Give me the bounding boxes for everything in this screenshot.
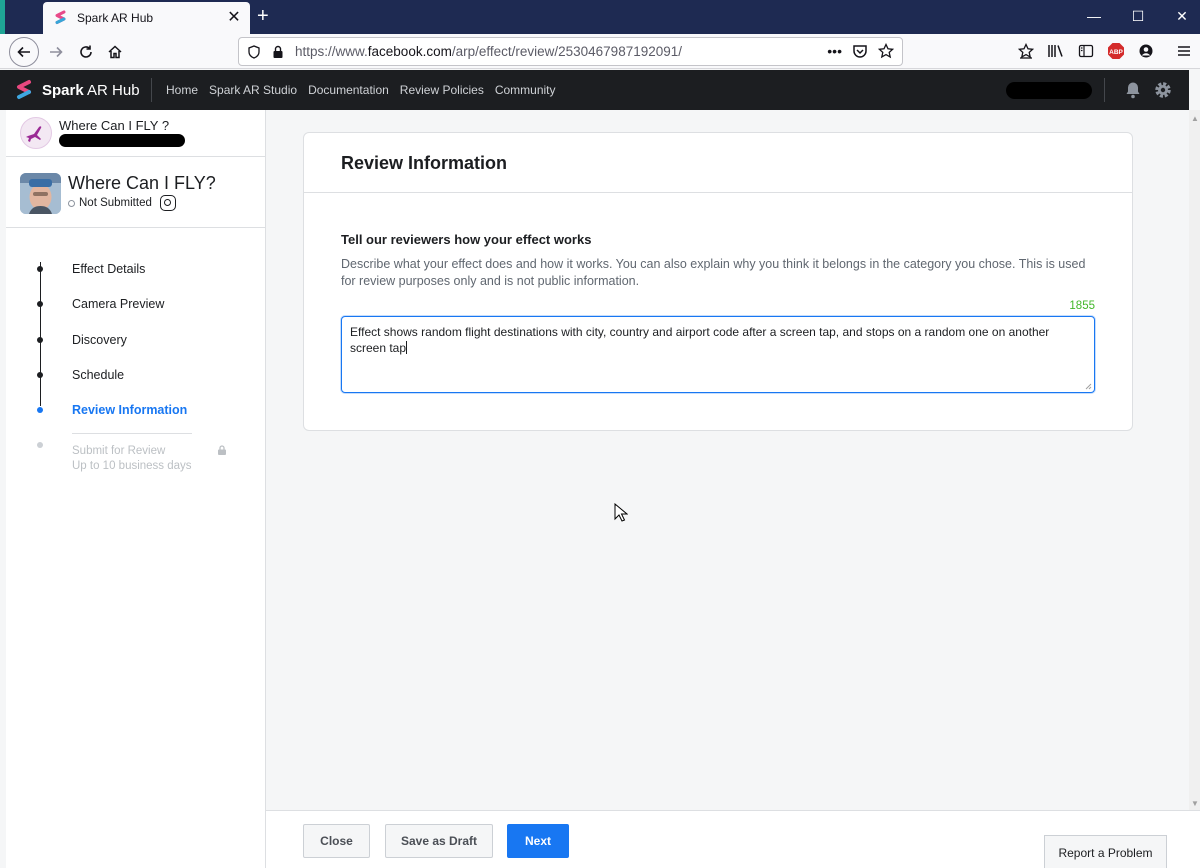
footer-actions: Close Save as Draft Next Report a Proble… bbox=[266, 810, 1200, 868]
resize-handle-icon[interactable] bbox=[1084, 382, 1092, 390]
spark-favicon-icon bbox=[55, 10, 66, 24]
nav-documentation[interactable]: Documentation bbox=[308, 83, 389, 97]
instagram-icon bbox=[159, 195, 176, 211]
next-button[interactable]: Next bbox=[507, 824, 569, 858]
step-schedule[interactable]: Schedule bbox=[6, 366, 265, 386]
tab-close-icon[interactable]: ✕ bbox=[226, 10, 242, 26]
step-review-information[interactable]: Review Information bbox=[6, 401, 265, 421]
browser-tab[interactable]: Spark AR Hub ✕ bbox=[43, 2, 250, 34]
bookmarks-menu-icon[interactable] bbox=[1016, 41, 1036, 61]
step-label: Discovery bbox=[72, 333, 127, 347]
question-description: Describe what your effect does and how i… bbox=[341, 257, 1086, 288]
step-dot bbox=[37, 442, 43, 448]
spark-logo-icon bbox=[17, 80, 31, 99]
card-header: Review Information bbox=[304, 133, 1132, 193]
forward-arrow-icon bbox=[50, 46, 63, 58]
review-information-card: Review Information Tell our reviewers ho… bbox=[303, 132, 1133, 431]
window-close-icon[interactable]: ✕ bbox=[1172, 8, 1192, 25]
sidebar: Where Can I FLY ? Where Can I FLY? Not S… bbox=[6, 110, 266, 868]
brand-name: Spark AR Hub bbox=[42, 81, 140, 99]
reload-button[interactable] bbox=[72, 38, 100, 66]
sidebar-toggle-icon[interactable] bbox=[1076, 41, 1096, 61]
nav-community[interactable]: Community bbox=[495, 83, 556, 97]
main-content: Review Information Tell our reviewers ho… bbox=[266, 110, 1189, 810]
bell-icon[interactable] bbox=[1123, 80, 1143, 100]
tabbar-accent bbox=[0, 0, 5, 34]
effect-status: Not Submitted bbox=[68, 195, 176, 211]
lock-icon bbox=[218, 445, 226, 455]
status-dot-icon bbox=[68, 199, 75, 207]
step-effect-details[interactable]: Effect Details bbox=[6, 260, 265, 280]
page-actions-icon[interactable]: ••• bbox=[827, 43, 842, 59]
shield-icon bbox=[248, 44, 260, 59]
header-divider-right bbox=[1104, 78, 1105, 102]
back-button[interactable] bbox=[9, 37, 39, 67]
step-camera-preview[interactable]: Camera Preview bbox=[6, 295, 265, 315]
forward-button[interactable] bbox=[42, 38, 70, 66]
mouse-cursor-icon bbox=[614, 503, 628, 522]
close-button[interactable]: Close bbox=[303, 824, 370, 858]
step-discovery[interactable]: Discovery bbox=[6, 331, 265, 351]
lock-icon bbox=[273, 45, 283, 58]
report-problem-button[interactable]: Report a Problem bbox=[1044, 835, 1167, 868]
nav-review-policies[interactable]: Review Policies bbox=[400, 83, 484, 97]
url-text: https://www.facebook.com/arp/effect/revi… bbox=[295, 44, 683, 59]
header-nav: Home Spark AR Studio Documentation Revie… bbox=[166, 83, 556, 97]
card-title: Review Information bbox=[341, 153, 508, 173]
step-dot bbox=[37, 266, 43, 272]
browser-tab-bar: Spark AR Hub ✕ + — ☐ ✕ bbox=[0, 0, 1200, 34]
steps-divider bbox=[72, 433, 192, 434]
page-scrollbar[interactable]: ▲ ▼ bbox=[1189, 110, 1200, 810]
menu-icon[interactable] bbox=[1174, 41, 1194, 61]
redacted-account-name bbox=[1006, 82, 1092, 99]
maximize-icon[interactable]: ☐ bbox=[1128, 8, 1148, 25]
question-title: Tell our reviewers how your effect works bbox=[341, 232, 592, 247]
step-label: Review Information bbox=[72, 403, 188, 417]
step-dot bbox=[37, 407, 43, 413]
project-title: Where Can I FLY ? bbox=[59, 118, 170, 133]
nav-home[interactable]: Home bbox=[166, 83, 198, 97]
spark-header: Spark AR Hub Home Spark AR Studio Docume… bbox=[0, 70, 1189, 110]
project-airplane-icon bbox=[20, 117, 52, 149]
home-icon bbox=[108, 45, 122, 59]
library-icon[interactable] bbox=[1046, 41, 1066, 61]
review-answer-text: Effect shows random flight destinations … bbox=[350, 325, 1050, 355]
effect-title: Where Can I FLY? bbox=[68, 173, 216, 193]
home-button[interactable] bbox=[101, 38, 129, 66]
new-tab-icon[interactable]: + bbox=[257, 6, 269, 26]
save-draft-button[interactable]: Save as Draft bbox=[385, 824, 493, 858]
effect-thumbnail bbox=[20, 173, 61, 214]
minimize-icon[interactable]: — bbox=[1084, 8, 1104, 24]
character-counter: 1855 bbox=[1069, 300, 1095, 312]
step-dot bbox=[37, 337, 43, 343]
status-label: Not Submitted bbox=[79, 197, 152, 209]
svg-text:ABP: ABP bbox=[1109, 49, 1123, 56]
review-answer-textarea[interactable]: Effect shows random flight destinations … bbox=[341, 316, 1095, 393]
reload-icon bbox=[80, 45, 92, 58]
url-bar[interactable]: https://www.facebook.com/arp/effect/revi… bbox=[238, 37, 903, 66]
back-arrow-icon bbox=[17, 46, 30, 58]
redacted-owner-name bbox=[59, 134, 185, 147]
scroll-up-icon[interactable]: ▲ bbox=[1191, 114, 1199, 123]
nav-spark-ar-studio[interactable]: Spark AR Studio bbox=[209, 83, 297, 97]
bookmark-star-icon[interactable] bbox=[878, 43, 894, 59]
step-label: Camera Preview bbox=[72, 297, 165, 311]
step-label: Schedule bbox=[72, 368, 125, 382]
step-label: Effect Details bbox=[72, 262, 146, 276]
scroll-down-icon[interactable]: ▼ bbox=[1191, 799, 1199, 808]
text-caret bbox=[406, 340, 408, 354]
effect-summary: Where Can I FLY? Not Submitted bbox=[6, 157, 265, 228]
step-dot bbox=[37, 301, 43, 307]
brand-logo[interactable]: Spark AR Hub bbox=[14, 79, 140, 101]
pocket-icon[interactable] bbox=[852, 43, 868, 59]
step-dot bbox=[37, 372, 43, 378]
gear-icon[interactable] bbox=[1153, 80, 1173, 100]
tab-title: Spark AR Hub bbox=[77, 11, 154, 25]
header-divider bbox=[151, 78, 152, 102]
adblock-icon[interactable]: ABP bbox=[1106, 41, 1126, 61]
account-icon[interactable] bbox=[1136, 41, 1156, 61]
step-label: Submit for Review Up to 10 business days bbox=[72, 445, 192, 472]
project-header[interactable]: Where Can I FLY ? bbox=[6, 110, 265, 157]
browser-toolbar: https://www.facebook.com/arp/effect/revi… bbox=[0, 34, 1200, 69]
